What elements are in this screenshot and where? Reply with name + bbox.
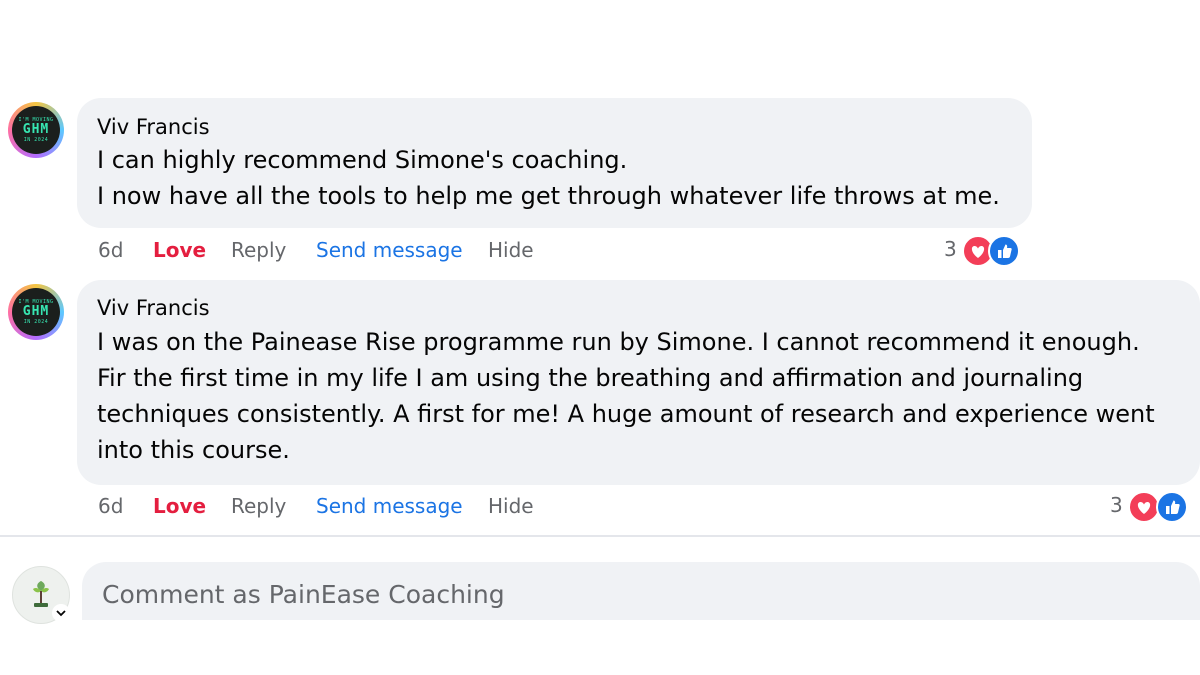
avatar-badge: I'M MOVING GHM IN 2024 — [12, 106, 60, 154]
comment-text: I was on the Painease Rise programme run… — [97, 328, 1155, 464]
avatar-badge: I'M MOVING GHM IN 2024 — [12, 288, 60, 336]
comment-input[interactable]: Comment as PainEase Coaching — [82, 562, 1200, 620]
avatar-mid-text: GHM — [22, 304, 50, 319]
avatar-bottom-text: IN 2024 — [23, 137, 49, 143]
section-divider — [0, 535, 1200, 537]
reply-button[interactable]: Reply — [231, 494, 286, 518]
account-switcher[interactable] — [52, 604, 70, 622]
send-message-button[interactable]: Send message — [316, 238, 463, 262]
love-button[interactable]: Love — [153, 238, 206, 262]
avatar[interactable]: I'M MOVING GHM IN 2024 — [8, 284, 64, 340]
avatar-mid-text: GHM — [22, 122, 50, 137]
chevron-down-icon — [56, 610, 66, 617]
send-message-button[interactable]: Send message — [316, 494, 463, 518]
like-reaction-icon — [988, 235, 1020, 267]
comment-bubble: Viv Francis I was on the Painease Rise p… — [77, 280, 1200, 485]
reaction-count: 3 — [1110, 493, 1123, 517]
comment-bubble: Viv Francis I can highly recommend Simon… — [77, 98, 1032, 228]
reaction-summary[interactable]: 3 — [1110, 491, 1194, 525]
hide-button[interactable]: Hide — [488, 238, 534, 262]
comment-text: I can highly recommend Simone's coaching… — [97, 146, 1000, 210]
comment-input-placeholder: Comment as PainEase Coaching — [102, 580, 505, 609]
reply-button[interactable]: Reply — [231, 238, 286, 262]
love-button[interactable]: Love — [153, 494, 206, 518]
hide-button[interactable]: Hide — [488, 494, 534, 518]
reaction-summary[interactable]: 3 — [944, 235, 1028, 269]
avatar-bottom-text: IN 2024 — [23, 319, 49, 325]
like-reaction-icon — [1156, 491, 1188, 523]
comment-actions: 6d Love Reply Send message Hide — [98, 238, 658, 268]
reaction-count: 3 — [944, 237, 957, 261]
comment-timestamp[interactable]: 6d — [98, 238, 123, 262]
avatar[interactable]: I'M MOVING GHM IN 2024 — [8, 102, 64, 158]
comment-actions: 6d Love Reply Send message Hide — [98, 494, 658, 524]
comment-author[interactable]: Viv Francis — [97, 296, 210, 320]
comment-timestamp[interactable]: 6d — [98, 494, 123, 518]
comment-author[interactable]: Viv Francis — [97, 115, 210, 139]
